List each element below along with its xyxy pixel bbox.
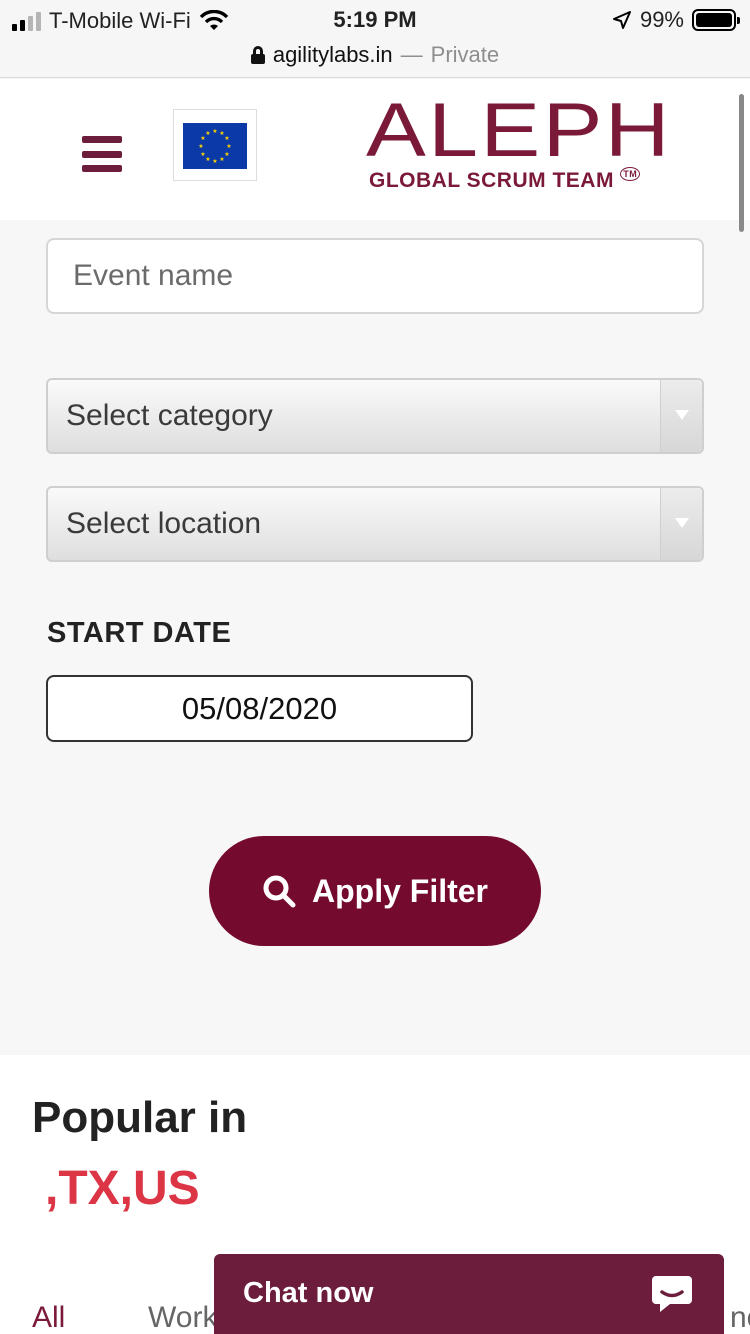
private-mode-label: Private	[430, 42, 500, 67]
svg-text:★: ★	[198, 143, 203, 150]
location-arrow-icon	[612, 11, 631, 29]
svg-text:★: ★	[224, 135, 229, 142]
hamburger-menu-icon[interactable]	[82, 136, 122, 172]
chevron-down-icon	[660, 380, 702, 452]
site-header: ★ ★ ★ ★ ★ ★ ★ ★ ★ ★ ★ ★ ALEPH GLOBAL SCRUM TEAM T…	[0, 79, 750, 220]
url-domain: agilitylabs.in	[272, 42, 393, 67]
popular-location: ,TX,US	[45, 1162, 200, 1215]
eu-flag-icon: ★ ★ ★ ★ ★ ★ ★ ★ ★ ★ ★ ★	[183, 123, 247, 169]
status-bar: T-Mobile Wi-Fi 5:19 PM 99%	[0, 0, 750, 40]
location-select-label: Select location	[66, 507, 262, 540]
popular-title: Popular in	[32, 1093, 248, 1142]
start-date-input[interactable]: 05/08/2020	[46, 675, 473, 742]
svg-text:★: ★	[224, 151, 229, 158]
logo-main-text: ALEPH	[366, 88, 672, 173]
svg-text:★: ★	[219, 156, 224, 163]
chat-widget[interactable]: Chat now	[214, 1254, 724, 1334]
svg-text:★: ★	[205, 156, 210, 163]
language-selector[interactable]: ★ ★ ★ ★ ★ ★ ★ ★ ★ ★ ★ ★	[173, 109, 257, 181]
apply-filter-button[interactable]: Apply Filter	[209, 836, 541, 946]
battery-percent: 99%	[639, 7, 684, 32]
chevron-down-icon	[660, 488, 702, 560]
location-select[interactable]: Select location	[46, 486, 704, 562]
tab-all[interactable]: All	[32, 1301, 65, 1334]
scrollbar[interactable]	[739, 94, 744, 232]
svg-text:★: ★	[212, 128, 217, 135]
tab-work[interactable]: Work	[148, 1301, 217, 1334]
svg-text:★: ★	[200, 151, 205, 158]
address-bar[interactable]: agilitylabs.in — Private	[0, 40, 750, 78]
url-separator: —	[400, 42, 423, 67]
aleph-logo[interactable]: ALEPH GLOBAL SCRUM TEAM TM	[366, 93, 696, 203]
svg-text:★: ★	[205, 130, 210, 137]
lock-icon	[250, 46, 265, 64]
tab-partial[interactable]: nce	[730, 1301, 750, 1334]
chat-now-label: Chat now	[243, 1277, 374, 1309]
battery-icon	[692, 9, 740, 31]
chat-bubble-icon	[652, 1276, 692, 1312]
svg-text:★: ★	[212, 158, 217, 165]
apply-filter-label: Apply Filter	[311, 872, 488, 909]
status-bar-right: 99%	[612, 7, 740, 33]
event-name-input[interactable]: Event name	[46, 238, 704, 314]
search-icon	[263, 875, 296, 908]
svg-text:★: ★	[226, 143, 231, 150]
category-select[interactable]: Select category	[46, 378, 704, 454]
start-date-label: START DATE	[47, 617, 232, 649]
category-select-label: Select category	[66, 399, 273, 432]
